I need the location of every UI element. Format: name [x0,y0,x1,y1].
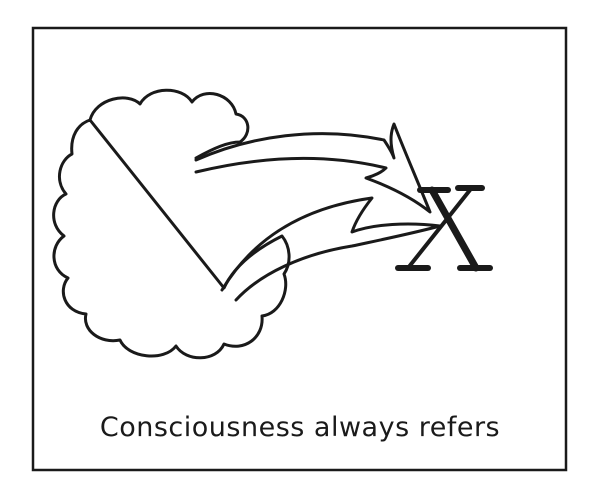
consciousness-cloud [52,88,291,360]
lower-arrow [220,196,442,302]
upper-arrow [194,122,432,214]
frame-border [31,26,568,472]
caption-text: Consciousness always refers [99,412,501,443]
diagram-canvas: Consciousness always refers [0,0,600,498]
